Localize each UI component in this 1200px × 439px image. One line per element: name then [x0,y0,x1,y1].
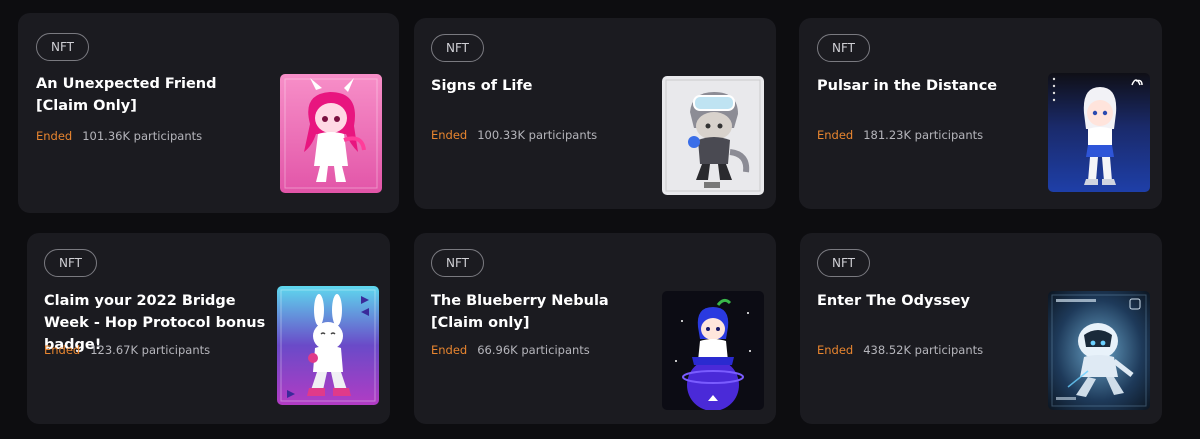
participant-count: 66.96K participants [477,343,590,357]
goggles-character-image [662,76,764,195]
participant-count: 181.23K participants [863,128,984,142]
card-title: Signs of Life [431,78,533,94]
nft-tag: NFT [817,34,870,62]
card-title: Pulsar in the Distance [817,78,998,94]
nft-tag: NFT [36,33,89,61]
campaign-card-1[interactable]: NFT An Unexpected Friend [Claim Only] En… [18,13,399,213]
card-meta: Ended 181.23K participants [817,128,983,142]
card-meta: Ended 66.96K participants [431,343,590,357]
blueberry-character-image [662,291,764,410]
status-ended: Ended [44,343,81,357]
participant-count: 100.33K participants [477,128,598,142]
participant-count: 438.52K participants [863,343,984,357]
nft-tag: NFT [817,249,870,277]
status-ended: Ended [36,129,73,143]
status-ended: Ended [431,128,468,142]
nft-tag: NFT [431,34,484,62]
campaign-card-2[interactable]: NFT Signs of Life Ended 100.33K participa… [414,18,776,209]
bunny-character-image [277,286,379,405]
card-meta: Ended 100.33K participants [431,128,597,142]
nft-tag: NFT [44,249,97,277]
participant-count: 123.67K participants [90,343,211,357]
pink-anime-character-image [280,74,382,193]
status-ended: Ended [817,343,854,357]
participant-count: 101.36K participants [82,129,203,143]
blue-anime-character-image [1048,73,1150,192]
campaign-card-6[interactable]: NFT Enter The Odyssey Ended 438.52K parti… [800,233,1162,424]
status-ended: Ended [817,128,854,142]
card-title: An Unexpected Friend [Claim Only] [36,76,217,114]
card-meta: Ended 101.36K participants [36,129,202,143]
campaign-card-5[interactable]: NFT The Blueberry Nebula [Claim only] En… [414,233,776,424]
campaign-card-3[interactable]: NFT Pulsar in the Distance Ended 181.23K … [799,18,1162,209]
card-title: Enter The Odyssey [817,293,970,309]
status-ended: Ended [431,343,468,357]
card-meta: Ended 123.67K participants [44,343,210,357]
campaign-card-4[interactable]: NFT Claim your 2022 Bridge Week - Hop Pr… [27,233,390,424]
card-title: The Blueberry Nebula [Claim only] [431,293,609,331]
nft-tag: NFT [431,249,484,277]
card-meta: Ended 438.52K participants [817,343,983,357]
astronaut-character-image [1048,291,1150,410]
